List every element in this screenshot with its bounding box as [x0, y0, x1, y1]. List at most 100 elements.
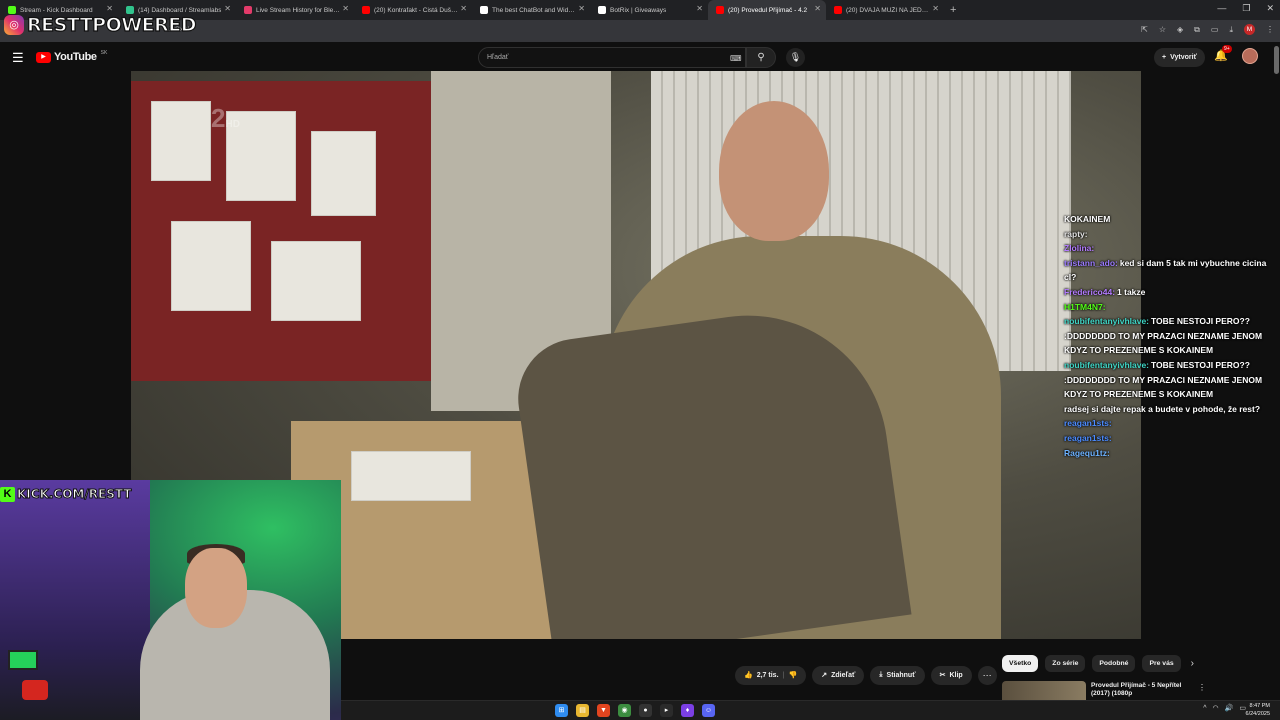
video-paper	[171, 221, 251, 311]
share-icon: ↗	[821, 672, 828, 679]
minimize-icon[interactable]: —	[1217, 3, 1226, 14]
recommended-video-title[interactable]: Provedul Přijímač - 5 Nepřítel (2017) (1…	[1091, 682, 1201, 698]
kick-logo-icon: K	[0, 486, 15, 502]
chat-username: rapty:	[1064, 228, 1088, 239]
discord-icon[interactable]: ☺	[702, 704, 715, 717]
share-button[interactable]: ↗ Zdieľať	[812, 665, 865, 685]
youtube-logo[interactable]: ▶ YouTube SK	[36, 50, 107, 63]
windows-start-icon[interactable]: ⊞	[555, 704, 568, 717]
chat-text: radsej si dajte repak a budete v pohode,…	[1064, 403, 1261, 414]
profile-icon[interactable]: M	[1244, 24, 1255, 35]
tab-favicon	[598, 6, 606, 14]
like-divider: |	[782, 671, 785, 679]
video-actions: 👍 2,7 tis. | 👎 ↗ Zdieľať ⤓ Stiahnuť ✂ Klip ⋯	[735, 665, 997, 685]
chip-similar[interactable]: Podobné	[1092, 655, 1136, 672]
chat-text: KOKAINEM	[1064, 214, 1111, 224]
file-explorer-icon[interactable]: ▤	[576, 704, 589, 717]
close-icon[interactable]: ✕	[460, 4, 467, 13]
search-button[interactable]: ⚲	[746, 47, 776, 68]
tab-favicon	[480, 6, 488, 14]
chat-message: tristann_ado: ked si dam 5 tak mi vybuchn…	[1064, 256, 1274, 285]
sidebar-icon[interactable]: ▭	[1211, 25, 1219, 34]
video-paper	[151, 101, 211, 181]
chat-username: Zlolina:	[1064, 243, 1095, 254]
like-button[interactable]: 👍 2,7 tis. | 👎	[735, 665, 807, 685]
volume-icon[interactable]: 🔊	[1225, 704, 1234, 712]
bookmark-star-icon[interactable]: ☆	[1159, 25, 1166, 34]
close-icon[interactable]: ✕	[224, 4, 231, 13]
puzzle-icon[interactable]: ⧉	[1194, 25, 1200, 35]
chat-message: H1TM4N7:	[1064, 300, 1274, 315]
thumbs-up-icon: 👍	[744, 672, 753, 679]
chip-from-series[interactable]: Zo série	[1045, 655, 1086, 672]
search-icon: ⚲	[757, 52, 765, 63]
browser-tab[interactable]: Live Stream History for Blerp St ✕	[236, 0, 354, 20]
obs-icon[interactable]: ●	[639, 704, 652, 717]
download-icon: ⤓	[879, 671, 883, 678]
chat-text: 1 takze	[1117, 286, 1146, 297]
chat-username: Frederico44:	[1064, 286, 1116, 297]
browser-tab[interactable]: The best ChatBot and Widgets ✕	[472, 0, 590, 20]
chevron-right-icon[interactable]: ›	[1191, 658, 1194, 669]
youtube-play-icon: ▶	[36, 51, 51, 63]
extension-icon[interactable]: ◈	[1177, 25, 1183, 34]
keyboard-icon[interactable]: ⌨	[730, 54, 742, 63]
create-button[interactable]: + Vytvoriť	[1154, 48, 1205, 67]
taskbar-clock[interactable]: 8:47 PM 6/24/2025	[1246, 702, 1270, 718]
new-tab-button[interactable]: +	[950, 4, 956, 16]
voice-search-mic-icon[interactable]: 🎙	[786, 48, 805, 67]
chip-all[interactable]: Všetko	[1002, 655, 1039, 672]
channel-bug: 2HD	[211, 103, 240, 133]
brave-browser-icon[interactable]: ▼	[597, 704, 610, 717]
more-options-icon[interactable]: ⋮	[1198, 683, 1206, 692]
browser-tab[interactable]: BotRix | Giveaways ✕	[590, 0, 708, 20]
chat-message: noubifentanyivhlave: TOBE NESTOJI PERO?? …	[1064, 358, 1274, 402]
chat-username: noubifentanyivhlave:	[1064, 359, 1150, 370]
close-icon[interactable]: ✕	[342, 4, 349, 13]
stream-overlay-logo: ◎ RESTTPOWERED	[4, 13, 197, 37]
tray-chevron-icon[interactable]: ^	[1203, 705, 1206, 712]
close-icon[interactable]: ✕	[696, 4, 703, 13]
close-window-icon[interactable]: ✕	[1266, 3, 1274, 14]
chip-for-you[interactable]: Pre vás	[1142, 655, 1181, 672]
chrome-icon[interactable]: ◉	[618, 704, 631, 717]
chat-overlay: KOKAINEM rapty: Zlolina: tristann_ado: ked s…	[1064, 212, 1274, 460]
windows-taskbar: ⊞ ▤ ▼ ◉ ● ▸ ♦ ☺ ^ ◠ 🔊 ▭ 8:47 PM 6/24/202…	[341, 700, 1280, 720]
browser-tab[interactable]: (20) Kontrafakt - Čistá Duša pr ✕	[354, 0, 472, 20]
taskbar-apps: ⊞ ▤ ▼ ◉ ● ▸ ♦ ☺	[555, 704, 715, 717]
close-icon[interactable]: ✕	[932, 4, 939, 13]
chat-message: radsej si dajte repak a budete v pohode,…	[1064, 402, 1274, 417]
close-icon[interactable]: ✕	[578, 4, 585, 13]
download-icon[interactable]: ⤓	[1229, 25, 1233, 35]
close-icon[interactable]: ✕	[814, 4, 821, 13]
window-controls: — ❐ ✕	[1217, 3, 1274, 14]
plus-icon: +	[1162, 54, 1167, 61]
more-actions-icon[interactable]: ⋯	[977, 665, 997, 685]
webcam-monitor	[8, 650, 38, 670]
scrollbar-thumb[interactable]	[1274, 46, 1279, 74]
browser-tab-active[interactable]: (20) Provedul Přijímač - 4.2 ✕	[708, 0, 826, 20]
thumbs-down-icon[interactable]: 👎	[788, 671, 797, 679]
chat-message: reagan1sts:	[1064, 416, 1274, 431]
browser-tab[interactable]: (20) DVAJA MUŽI NA JEDNOM ✕	[826, 0, 944, 20]
tab-favicon	[716, 6, 724, 14]
maximize-icon[interactable]: ❐	[1242, 3, 1250, 14]
instagram-icon: ◎	[4, 15, 24, 35]
video-paper	[351, 451, 471, 501]
download-button[interactable]: ⤓ Stiahnuť	[870, 665, 925, 685]
twitch-icon[interactable]: ♦	[681, 704, 694, 717]
avatar[interactable]	[1242, 48, 1258, 64]
wifi-icon[interactable]: ◠	[1213, 704, 1219, 712]
chat-message: Frederico44: 1 takze	[1064, 285, 1274, 300]
menu-kebab-icon[interactable]: ⋮	[1266, 25, 1274, 34]
notification-count-badge: 9+	[1222, 45, 1232, 53]
cast-icon[interactable]: ⇱	[1141, 25, 1148, 34]
terminal-icon[interactable]: ▸	[660, 704, 673, 717]
chat-message: noubifentanyivhlave: TOBE NESTOJI PERO?? …	[1064, 314, 1274, 358]
close-icon[interactable]: ✕	[106, 4, 113, 13]
search-input[interactable]: Hľadať	[478, 47, 746, 68]
clip-button[interactable]: ✂ Klip	[930, 665, 972, 685]
chat-username: reagan1sts:	[1064, 418, 1112, 429]
hamburger-menu-icon[interactable]: ☰	[12, 50, 24, 66]
page-scrollbar[interactable]	[1272, 42, 1280, 700]
